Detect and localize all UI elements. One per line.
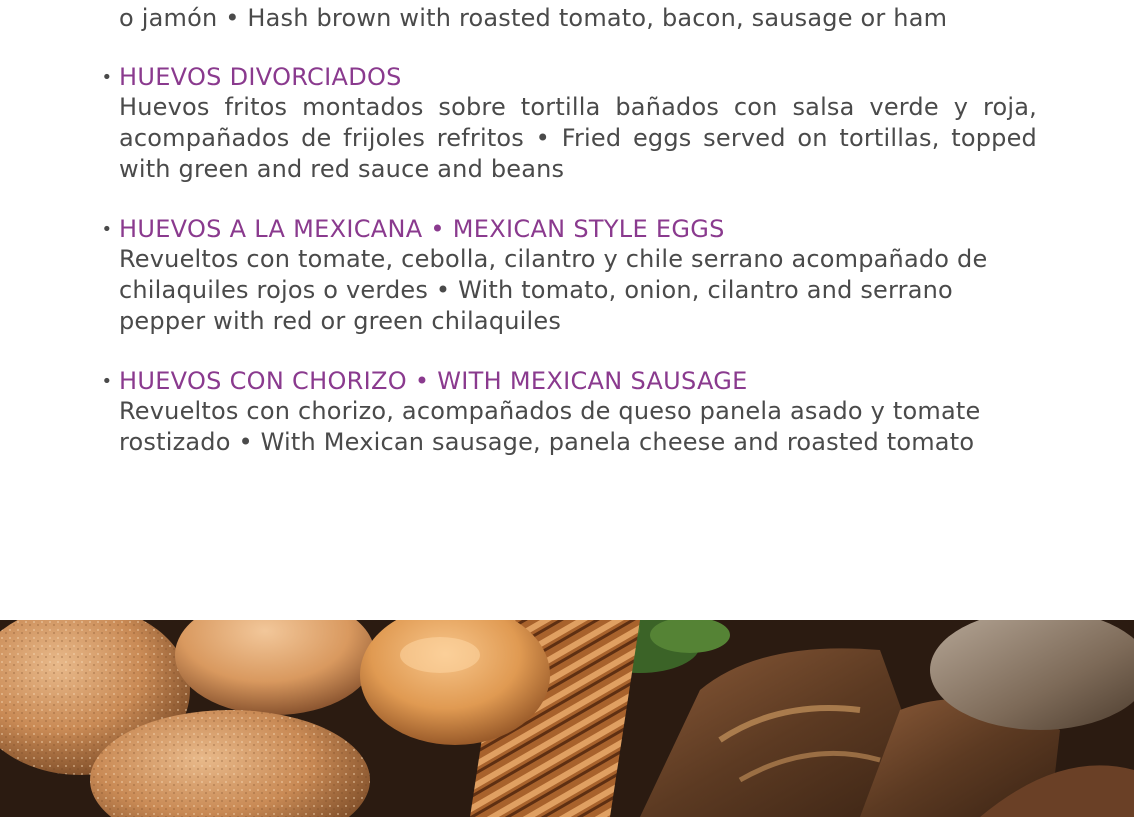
menu-item-description: Revueltos con tomate, cebolla, cilantro … <box>119 245 988 335</box>
bread-basket-photo <box>0 620 1134 817</box>
menu-item-huevos-con-chorizo: • HUEVOS CON CHORIZO • WITH MEXICAN SAUS… <box>102 366 1037 458</box>
bread-basket-illustration <box>0 620 1134 817</box>
menu-item-description-continued: o jamón • Hash brown with roasted tomato… <box>119 4 948 32</box>
menu-item-title-text: HUEVOS DIVORCIADOS <box>119 63 402 91</box>
menu-item-description: Huevos fritos montados sobre tortilla ba… <box>119 93 1037 183</box>
menu-section: o jamón • Hash brown with roasted tomato… <box>0 0 1134 620</box>
bullet-icon: • <box>101 371 113 392</box>
menu-item-title: • HUEVOS DIVORCIADOS <box>102 62 1037 92</box>
menu-item-title: • HUEVOS A LA MEXICANA • MEXICAN STYLE E… <box>102 214 1037 244</box>
menu-item-huevos-a-la-mexicana: • HUEVOS A LA MEXICANA • MEXICAN STYLE E… <box>102 214 1037 337</box>
menu-item-title-text: HUEVOS A LA MEXICANA • MEXICAN STYLE EGG… <box>119 215 725 243</box>
menu-item-title-text: HUEVOS CON CHORIZO • WITH MEXICAN SAUSAG… <box>119 367 748 395</box>
bullet-icon: • <box>101 219 113 240</box>
menu-item-description: Revueltos con chorizo, acompañados de qu… <box>119 397 981 456</box>
menu-item-title: • HUEVOS CON CHORIZO • WITH MEXICAN SAUS… <box>102 366 1037 396</box>
menu-item-huevos-divorciados: • HUEVOS DIVORCIADOS Huevos fritos monta… <box>102 62 1037 185</box>
bullet-icon: • <box>101 67 113 88</box>
